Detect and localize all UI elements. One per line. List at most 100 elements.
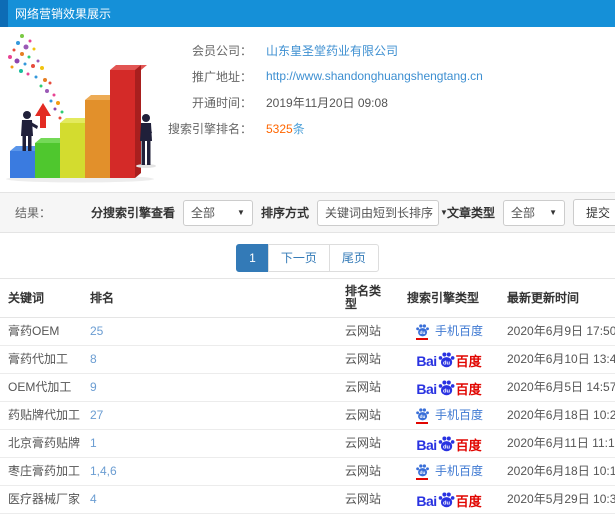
table-row: 枣庄膏药加工 1,4,6 云网站 du 手机百度 2020年6月18日 10:19 [0,457,615,486]
baidu-logo: Bai du 百度 [416,351,482,369]
filter-controls: 分搜索引擎查看 全部 ▼ 排序方式 关键词由短到长排序 ▼ 文章类型 全部 ▼ … [91,199,615,226]
baidu-paw-icon: du [438,380,455,396]
search-engine-rank-count-label: 搜索引擎排名： [167,121,252,136]
mobile-baidu-label: 手机百度 [434,408,483,422]
keyword-cell: OEM代加工 [0,373,82,402]
baidu-logo-cn: 百度 [455,438,482,453]
baidu-paw-icon: du [416,464,429,477]
search-engine-rank-count-number: 5325 [266,121,293,136]
search-engine-cell: Bai du 百度 [399,373,499,402]
search-engine-cell: Bai du 百度 [399,485,499,514]
company-info: 会员公司： 山东皇圣堂药业有限公司推广地址： http://www.shandong… [140,37,483,141]
member-company-value[interactable]: 山东皇圣堂药业有限公司 [266,42,398,59]
sort-filter-label: 排序方式 [260,206,309,220]
red-underline [416,422,429,424]
mobile-baidu-label: 手机百度 [434,464,483,478]
baidu-paw-icon: du [438,352,455,368]
engine-select[interactable]: 全部 ▼ [182,199,253,226]
column-header: 关键词 [0,278,82,318]
member-company-label: 会员公司： [191,43,252,58]
baidu-paw-icon: du [416,324,429,337]
page-next[interactable]: 下一页 [267,244,330,272]
mobile-baidu-label: 手机百度 [434,324,483,338]
rank-value[interactable]: 27 [90,408,103,422]
table-header-row: 关键词 排名 排名类型 搜索引擎类型 最新更新时间 [0,278,615,318]
rank-cell[interactable]: 25 [82,317,337,346]
page-current[interactable]: 1 [236,244,269,272]
rank-value[interactable]: 25 [90,324,103,338]
rank-cell[interactable]: 9 [82,373,337,402]
info-row-promotion-url: 推广地址： http://www.shandonghuangshengtang.c… [140,63,483,89]
search-engine-cell: Bai du 百度 [399,345,499,374]
engine-select-value: 全部 [190,206,215,220]
table-row: OEM代加工 9 云网站 Bai du 百度 2020年6月5日 14:57 [0,373,615,402]
engine-filter-label: 分搜索引擎查看 [90,206,175,220]
mobile-baidu-icon: du [415,407,430,424]
baidu-logo: Bai du 百度 [416,491,482,509]
keyword-cell: 北京膏药贴牌 [0,429,82,458]
rank-type-cell: 云网站 [337,457,399,486]
rank-type-cell: 云网站 [337,401,399,430]
article-type-select[interactable]: 全部 ▼ [502,199,565,226]
table-row: 菏泽膏药厂家17云网站du手机百度2020年6月11日 11:40 [0,513,615,520]
submit-button[interactable]: 提交 [572,199,615,226]
open-time-value: 2019年11月20日 09:08 [266,95,388,110]
mobile-baidu-icon: du [415,323,430,340]
search-engine-cell: du 手机百度 [399,317,499,346]
table-row: 药贴牌代加工 27 云网站 du 手机百度 2020年6月18日 10:25 [0,401,615,430]
page-title: 网络营销效果展示 [15,7,112,21]
table-row: 医疗器械厂家 4 云网站 Bai du 百度 2020年5月29日 10:32 [0,485,615,514]
rank-value[interactable]: 9 [90,380,97,394]
rank-value[interactable]: 4 [90,492,97,506]
baidu-logo-bai: Bai [416,493,437,509]
rank-cell[interactable]: 4 [82,485,337,514]
rank-value[interactable]: 8 [90,352,97,366]
sort-select[interactable]: 关键词由短到长排序 ▼ [316,199,448,226]
baidu-logo-bai: Bai [416,437,437,453]
updated-time-cell: 2020年6月18日 10:25 [499,401,615,430]
rank-type-cell: 云网站 [337,345,399,374]
rank-cell[interactable]: 1,4,6 [82,457,337,486]
baidu-logo-bai: Bai [416,381,437,397]
pagination: 1 下一页 尾页 [0,244,615,272]
keyword-cell: 膏药OEM [0,317,82,346]
rank-cell[interactable]: 27 [82,401,337,430]
info-row-open-time: 开通时间： 2019年11月20日 09:08 [140,89,483,115]
arrow-up-icon [35,103,51,128]
updated-time-cell: 2020年6月11日 11:18 [499,429,615,458]
open-time-label: 开通时间： [191,95,252,110]
svg-text:du: du [420,330,426,335]
updated-time-cell: 2020年6月10日 13:40 [499,345,615,374]
baidu-paw-icon: du [416,408,429,421]
keyword-cell: 药贴牌代加工 [0,401,82,430]
keyword-cell: 医疗器械厂家 [0,485,82,514]
baidu-paw-icon: du [438,436,455,452]
table-row: 膏药OEM 25 云网站 du 手机百度 2020年6月9日 17:50 [0,317,615,346]
caret-down-icon: ▼ [549,208,557,217]
article-type-label: 文章类型 [446,206,495,220]
column-header: 排名类型 [337,278,399,318]
rank-value[interactable]: 1,4,6 [90,464,117,478]
promotion-url-value[interactable]: http://www.shandonghuangshengtang.cn [266,69,483,83]
rank-cell[interactable]: 1 [82,429,337,458]
filter-bar: 结果： 分搜索引擎查看 全部 ▼ 排序方式 关键词由短到长排序 ▼ 文章类型 全… [0,192,615,233]
keyword-cell: 枣庄膏药加工 [0,457,82,486]
app-window: 网络营销效果展示 会员公司： 山东皇圣堂药业有限公司 推广地址： http://… [0,0,615,520]
updated-time-cell: 2020年6月5日 14:57 [499,373,615,402]
rank-value[interactable]: 1 [90,436,97,450]
rank-cell[interactable]: 17 [82,513,337,520]
red-underline [416,338,429,340]
rank-cell[interactable]: 8 [82,345,337,374]
info-row-member-company: 会员公司： 山东皇圣堂药业有限公司 [140,37,483,63]
page-last[interactable]: 尾页 [328,244,379,272]
header-accent [0,0,8,27]
search-engine-cell: Bai du 百度 [399,429,499,458]
search-engine-cell: du 手机百度 [399,457,499,486]
search-engine-cell: du手机百度 [399,513,499,520]
column-header: 最新更新时间 [499,278,615,318]
keyword-cell: 膏药代加工 [0,345,82,374]
table-row: 膏药代加工 8 云网站 Bai du 百度 2020年6月10日 13:40 [0,345,615,374]
confetti-dots [8,34,64,120]
baidu-logo-bai: Bai [416,353,437,369]
rank-type-cell: 云网站 [337,513,399,520]
